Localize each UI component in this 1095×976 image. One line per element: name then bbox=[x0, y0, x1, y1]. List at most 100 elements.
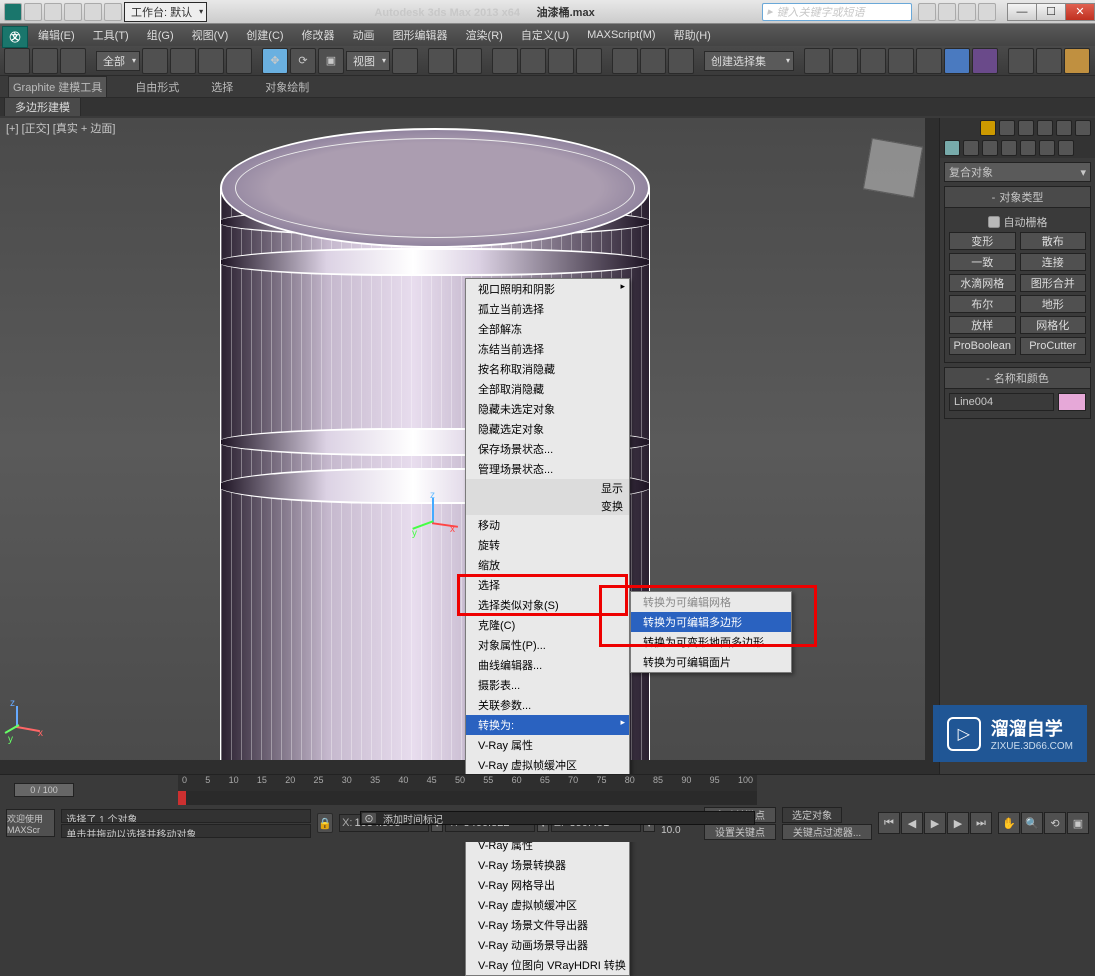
viewport-vscroll[interactable] bbox=[925, 118, 939, 760]
color-swatch[interactable] bbox=[1058, 393, 1086, 411]
key-marker[interactable] bbox=[178, 791, 186, 805]
display-icon[interactable] bbox=[1056, 120, 1072, 136]
menu-item[interactable]: MAXScript(M) bbox=[579, 27, 663, 43]
schematic-icon[interactable] bbox=[944, 48, 970, 74]
context-submenu-convert[interactable]: 转换为可编辑网格转换为可编辑多边形转换为可变形地面多边形转换为可编辑面片 bbox=[630, 591, 792, 673]
open-icon[interactable] bbox=[44, 3, 62, 21]
create-type-button[interactable]: 放样 bbox=[949, 316, 1016, 334]
save-icon[interactable] bbox=[64, 3, 82, 21]
rollout-header[interactable]: -对象类型 bbox=[945, 187, 1090, 208]
keymode-icon[interactable] bbox=[456, 48, 482, 74]
ribbon-tab[interactable]: 选择 bbox=[207, 77, 237, 97]
category-dropdown[interactable]: 复合对象▾ bbox=[944, 162, 1091, 182]
menu-item[interactable]: 渲染(R) bbox=[458, 25, 511, 45]
menu-item[interactable]: 自定义(U) bbox=[513, 25, 577, 45]
ribbon-tab[interactable]: Graphite 建模工具 bbox=[8, 76, 107, 98]
ctx-item[interactable]: 按名称取消隐藏 bbox=[466, 359, 629, 379]
lights-tab-icon[interactable] bbox=[982, 140, 998, 156]
menu-item[interactable]: 创建(C) bbox=[238, 25, 291, 45]
motion-icon[interactable] bbox=[1037, 120, 1053, 136]
pan-icon[interactable]: ✋ bbox=[998, 812, 1020, 834]
bind-icon[interactable] bbox=[60, 48, 86, 74]
create-type-button[interactable]: 连接 bbox=[1020, 253, 1087, 271]
ctx-item[interactable]: 旋转 bbox=[466, 535, 629, 555]
zoom-icon[interactable]: 🔍 bbox=[1021, 812, 1043, 834]
ctx-item[interactable]: 转换为可编辑多边形 bbox=[631, 612, 791, 632]
create-type-button[interactable]: 水滴网格 bbox=[949, 274, 1016, 292]
menu-item[interactable]: 帮助(H) bbox=[666, 25, 719, 45]
help-icon[interactable] bbox=[918, 3, 936, 21]
mirror-icon[interactable] bbox=[804, 48, 830, 74]
window-crossing-icon[interactable] bbox=[226, 48, 252, 74]
select-name-icon[interactable] bbox=[170, 48, 196, 74]
menu-item[interactable]: 动画 bbox=[345, 25, 383, 45]
undo-icon[interactable] bbox=[84, 3, 102, 21]
close-button[interactable]: ✕ bbox=[1065, 3, 1095, 21]
angle-snap-icon[interactable] bbox=[520, 48, 546, 74]
maximize-button[interactable]: ☐ bbox=[1036, 3, 1066, 21]
ctx-item[interactable]: 关联参数... bbox=[466, 695, 629, 715]
ctx-item[interactable]: V-Ray 属性 bbox=[466, 735, 629, 755]
timetag-icon[interactable]: ⊙ bbox=[361, 812, 377, 824]
menu-item[interactable]: 视图(V) bbox=[184, 25, 237, 45]
ctx-item[interactable]: 移动 bbox=[466, 515, 629, 535]
pivot-icon[interactable] bbox=[392, 48, 418, 74]
viewcube[interactable] bbox=[863, 138, 923, 198]
goto-start-icon[interactable]: ⏮ bbox=[878, 812, 900, 834]
ctx-item[interactable]: 保存场景状态... bbox=[466, 439, 629, 459]
scale-icon[interactable]: ▣ bbox=[318, 48, 344, 74]
create-type-button[interactable]: 变形 bbox=[949, 232, 1016, 250]
manip-icon[interactable] bbox=[428, 48, 454, 74]
ctx-item[interactable]: 选择 bbox=[466, 575, 629, 595]
time-slider[interactable]: 0 / 100 bbox=[14, 783, 74, 797]
render-frame-icon[interactable] bbox=[1036, 48, 1062, 74]
rainbow-icon[interactable] bbox=[999, 120, 1015, 136]
systems-tab-icon[interactable] bbox=[1058, 140, 1074, 156]
unlink-icon[interactable] bbox=[32, 48, 58, 74]
workspace-combo[interactable]: 工作台: 默认 bbox=[124, 2, 207, 22]
ctx-item[interactable]: 缩放 bbox=[466, 555, 629, 575]
create-type-button[interactable]: 散布 bbox=[1020, 232, 1087, 250]
keymode-combo[interactable]: 选定对象 bbox=[782, 807, 842, 823]
autogrid-check[interactable]: 自动栅格 bbox=[949, 212, 1086, 232]
create-type-button[interactable]: 布尔 bbox=[949, 295, 1016, 313]
app-menu-button[interactable] bbox=[4, 3, 22, 21]
star-icon[interactable] bbox=[958, 3, 976, 21]
hierarchy-icon[interactable] bbox=[1018, 120, 1034, 136]
ctx-item[interactable]: V-Ray 虚拟帧缓冲区 bbox=[466, 755, 629, 775]
ctx-item[interactable]: 隐藏选定对象 bbox=[466, 419, 629, 439]
ctx-item[interactable]: V-Ray 场景转换器 bbox=[466, 855, 629, 875]
create-type-button[interactable]: 地形 bbox=[1020, 295, 1087, 313]
help2-icon[interactable] bbox=[978, 3, 996, 21]
ctx-item[interactable]: V-Ray 虚拟帧缓冲区 bbox=[466, 895, 629, 915]
help-search-input[interactable]: ▸键入关键字或短语 bbox=[762, 3, 912, 21]
geometry-tab-icon[interactable] bbox=[944, 140, 960, 156]
spacewarps-tab-icon[interactable] bbox=[1039, 140, 1055, 156]
link-icon[interactable] bbox=[4, 48, 30, 74]
ribbon-tab[interactable]: 自由形式 bbox=[131, 77, 183, 97]
play-icon[interactable]: ▶ bbox=[924, 812, 946, 834]
redo-icon[interactable] bbox=[104, 3, 122, 21]
ctx-item[interactable]: 全部取消隐藏 bbox=[466, 379, 629, 399]
orbit-icon[interactable]: ⟲ bbox=[1044, 812, 1066, 834]
maxscript-mini[interactable]: 欢迎使用 MAXScr bbox=[6, 809, 55, 837]
timeline[interactable]: 0510152025303540455055606570758085909510… bbox=[178, 775, 757, 791]
minimize-button[interactable]: — bbox=[1007, 3, 1037, 21]
rotate-icon[interactable]: ⟳ bbox=[290, 48, 316, 74]
menu-item[interactable]: 编辑(E) bbox=[30, 25, 83, 45]
infocenter-icon[interactable] bbox=[938, 3, 956, 21]
ctx-item[interactable]: 转换为: bbox=[466, 715, 629, 735]
percent-snap-icon[interactable] bbox=[548, 48, 574, 74]
material-editor-icon[interactable] bbox=[972, 48, 998, 74]
context-menu[interactable]: 视口照明和阴影孤立当前选择全部解冻冻结当前选择按名称取消隐藏全部取消隐藏隐藏未选… bbox=[465, 278, 630, 976]
trackbar[interactable] bbox=[178, 791, 757, 805]
helpers-tab-icon[interactable] bbox=[1020, 140, 1036, 156]
create-type-button[interactable]: ProCutter bbox=[1020, 337, 1087, 355]
select-icon[interactable] bbox=[142, 48, 168, 74]
sun-icon[interactable] bbox=[980, 120, 996, 136]
ctx-item[interactable]: V-Ray 场景文件导出器 bbox=[466, 915, 629, 935]
ribbon-tab[interactable]: 对象绘制 bbox=[261, 77, 313, 97]
maximize-vp-icon[interactable]: ▣ bbox=[1067, 812, 1089, 834]
create-type-button[interactable]: 网格化 bbox=[1020, 316, 1087, 334]
snap-icon[interactable] bbox=[492, 48, 518, 74]
